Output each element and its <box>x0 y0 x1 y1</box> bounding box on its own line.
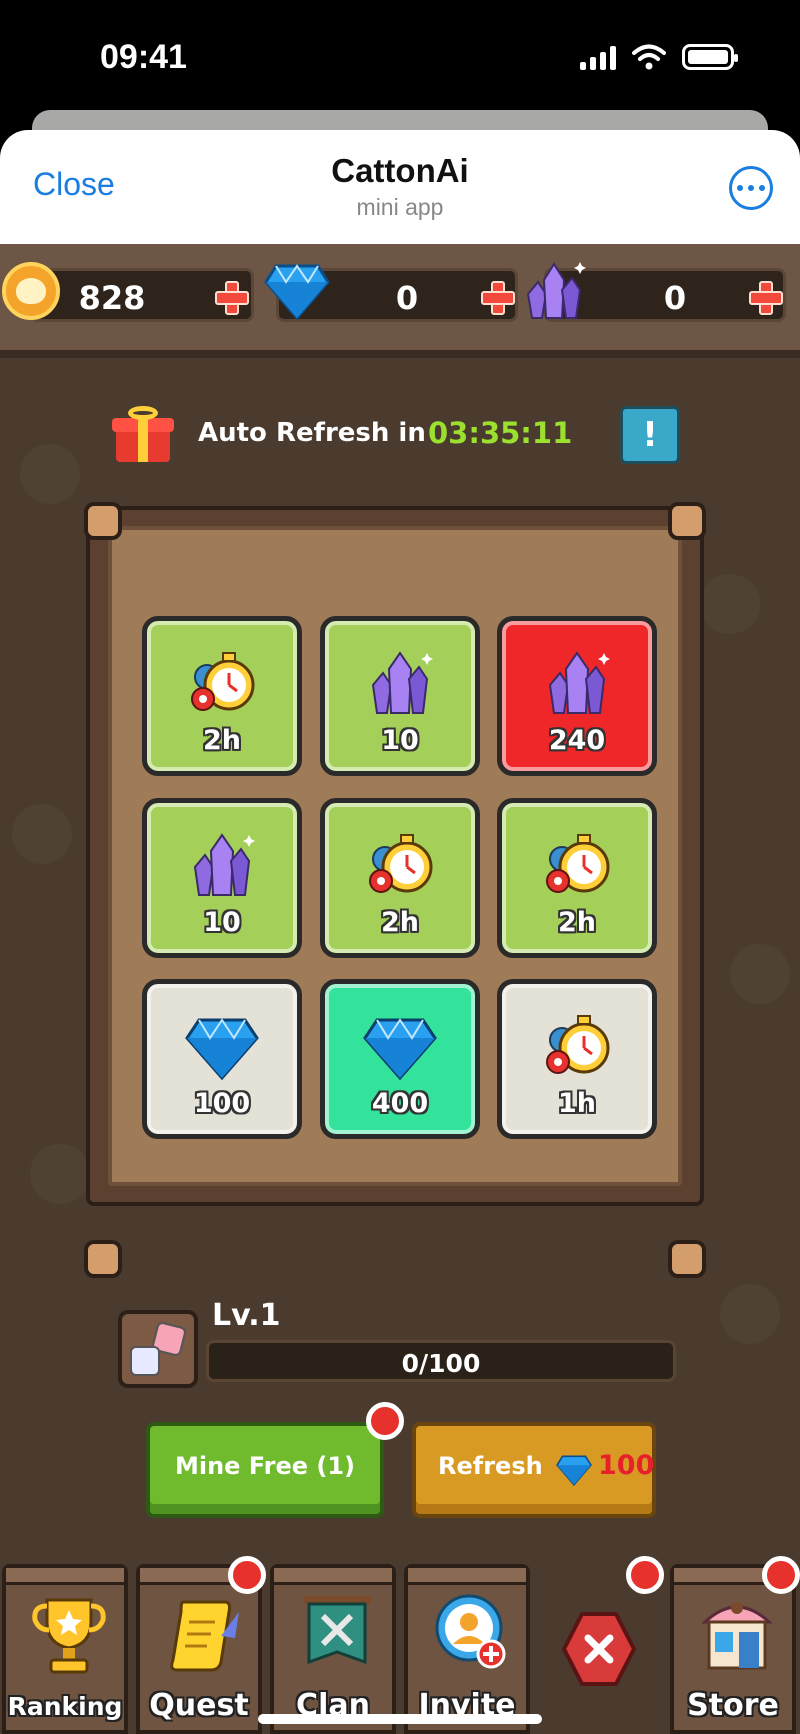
reward-tile[interactable]: 240 <box>497 616 657 776</box>
reward-tile[interactable]: 1h <box>497 979 657 1139</box>
stopwatch-icon <box>363 829 437 901</box>
reward-tile[interactable]: 10 <box>142 798 302 958</box>
cat-coin-icon <box>2 262 60 320</box>
stopwatch-icon <box>540 829 614 901</box>
reward-tile-label: 2h <box>202 725 241 756</box>
auto-refresh-timer: 03:35:11 <box>428 416 573 450</box>
reward-tile[interactable]: 2h <box>320 798 480 958</box>
home-indicator <box>258 1714 542 1724</box>
wifi-icon <box>632 44 666 70</box>
notification-badge <box>626 1556 664 1594</box>
reward-tile[interactable]: 2h <box>142 616 302 776</box>
reward-tile[interactable]: 10 <box>320 616 480 776</box>
level-label: Lv.1 <box>212 1298 281 1333</box>
reward-tile-label: 2h <box>380 907 419 938</box>
reward-tile-label: 240 <box>548 725 606 756</box>
refresh-button-label: Refresh <box>438 1452 543 1480</box>
reward-tile-label: 10 <box>381 725 419 756</box>
refresh-row: Auto Refresh in 03:35:11 ! <box>112 402 682 468</box>
game-area: 828 0 0 Auto Refresh in 03:35:11 ! 2h 10… <box>0 244 800 1734</box>
add-diamond-icon[interactable] <box>481 281 515 315</box>
status-bar: 09:41 <box>0 0 800 118</box>
cat-coin-slot: 828 <box>30 268 254 322</box>
nav-invite[interactable]: Invite <box>404 1564 530 1734</box>
reward-tile-label: 400 <box>371 1088 429 1119</box>
board-corner <box>84 502 122 540</box>
reward-tile-label: 2h <box>557 907 596 938</box>
reward-tile[interactable]: 2h <box>497 798 657 958</box>
mine-free-label: Mine Free (1) <box>174 1452 356 1480</box>
reward-tile-label: 10 <box>203 907 241 938</box>
app-subtitle: mini app <box>356 194 444 220</box>
crystal-icon <box>526 262 586 319</box>
nav-ranking[interactable]: Ranking <box>2 1564 128 1734</box>
reward-tile[interactable]: 400 <box>320 979 480 1139</box>
mini-app-header: Close CattonAi mini app <box>0 130 800 244</box>
nav-store-label: Store <box>687 1688 779 1723</box>
battery-icon <box>682 44 738 70</box>
add-crystal-icon[interactable] <box>749 281 783 315</box>
board-corner <box>84 1240 122 1278</box>
diamond-icon <box>264 264 330 320</box>
notification-badge <box>228 1556 266 1594</box>
add-user-icon <box>435 1594 506 1669</box>
notification-badge <box>762 1556 800 1594</box>
stopwatch-icon <box>540 1010 614 1082</box>
reward-tile-label: 1h <box>557 1088 596 1119</box>
stopwatch-icon <box>185 647 259 719</box>
board-corner <box>668 502 706 540</box>
gift-icon <box>112 406 174 462</box>
scroll-icon <box>170 1600 239 1672</box>
nav-ranking-label: Ranking <box>7 1692 123 1721</box>
nav-clan[interactable]: Clan <box>270 1564 396 1734</box>
notification-badge <box>366 1402 404 1440</box>
status-icons <box>580 44 738 70</box>
app-title: CattonAi <box>331 152 469 189</box>
crystal-icon <box>185 829 259 901</box>
status-time: 09:41 <box>100 38 187 76</box>
banner-icon <box>303 1596 371 1665</box>
crystal-icon <box>540 647 614 719</box>
board-corner <box>668 1240 706 1278</box>
refresh-cost: 100 <box>598 1450 655 1481</box>
info-button[interactable]: ! <box>620 406 680 464</box>
add-cat-coin-icon[interactable] <box>215 281 249 315</box>
dice-icon <box>118 1310 198 1388</box>
crystal-icon <box>363 647 437 719</box>
diamond-icon <box>556 1455 592 1486</box>
close-icon[interactable] <box>560 1610 638 1688</box>
level-progress-text: 0/100 <box>401 1349 481 1378</box>
auto-refresh-label: Auto Refresh in <box>198 418 426 448</box>
reward-tile-label: 100 <box>193 1088 251 1119</box>
bottom-nav: Ranking Quest Clan Invite Store <box>0 1556 800 1734</box>
refresh-button[interactable]: Refresh 100 <box>412 1422 656 1518</box>
ellipsis-icon[interactable] <box>729 166 773 210</box>
reward-tile[interactable]: 100 <box>142 979 302 1139</box>
diamond-icon <box>185 1010 259 1082</box>
shop-icon <box>701 1602 773 1670</box>
nav-quest-label: Quest <box>149 1688 249 1723</box>
mine-free-button[interactable]: Mine Free (1) <box>146 1422 384 1518</box>
currency-bar: 828 0 0 <box>0 244 800 358</box>
trophy-icon <box>32 1598 106 1674</box>
diamond-icon <box>363 1010 437 1082</box>
cellular-signal-icon <box>580 46 616 70</box>
level-progress-bar: 0/100 <box>206 1340 676 1382</box>
